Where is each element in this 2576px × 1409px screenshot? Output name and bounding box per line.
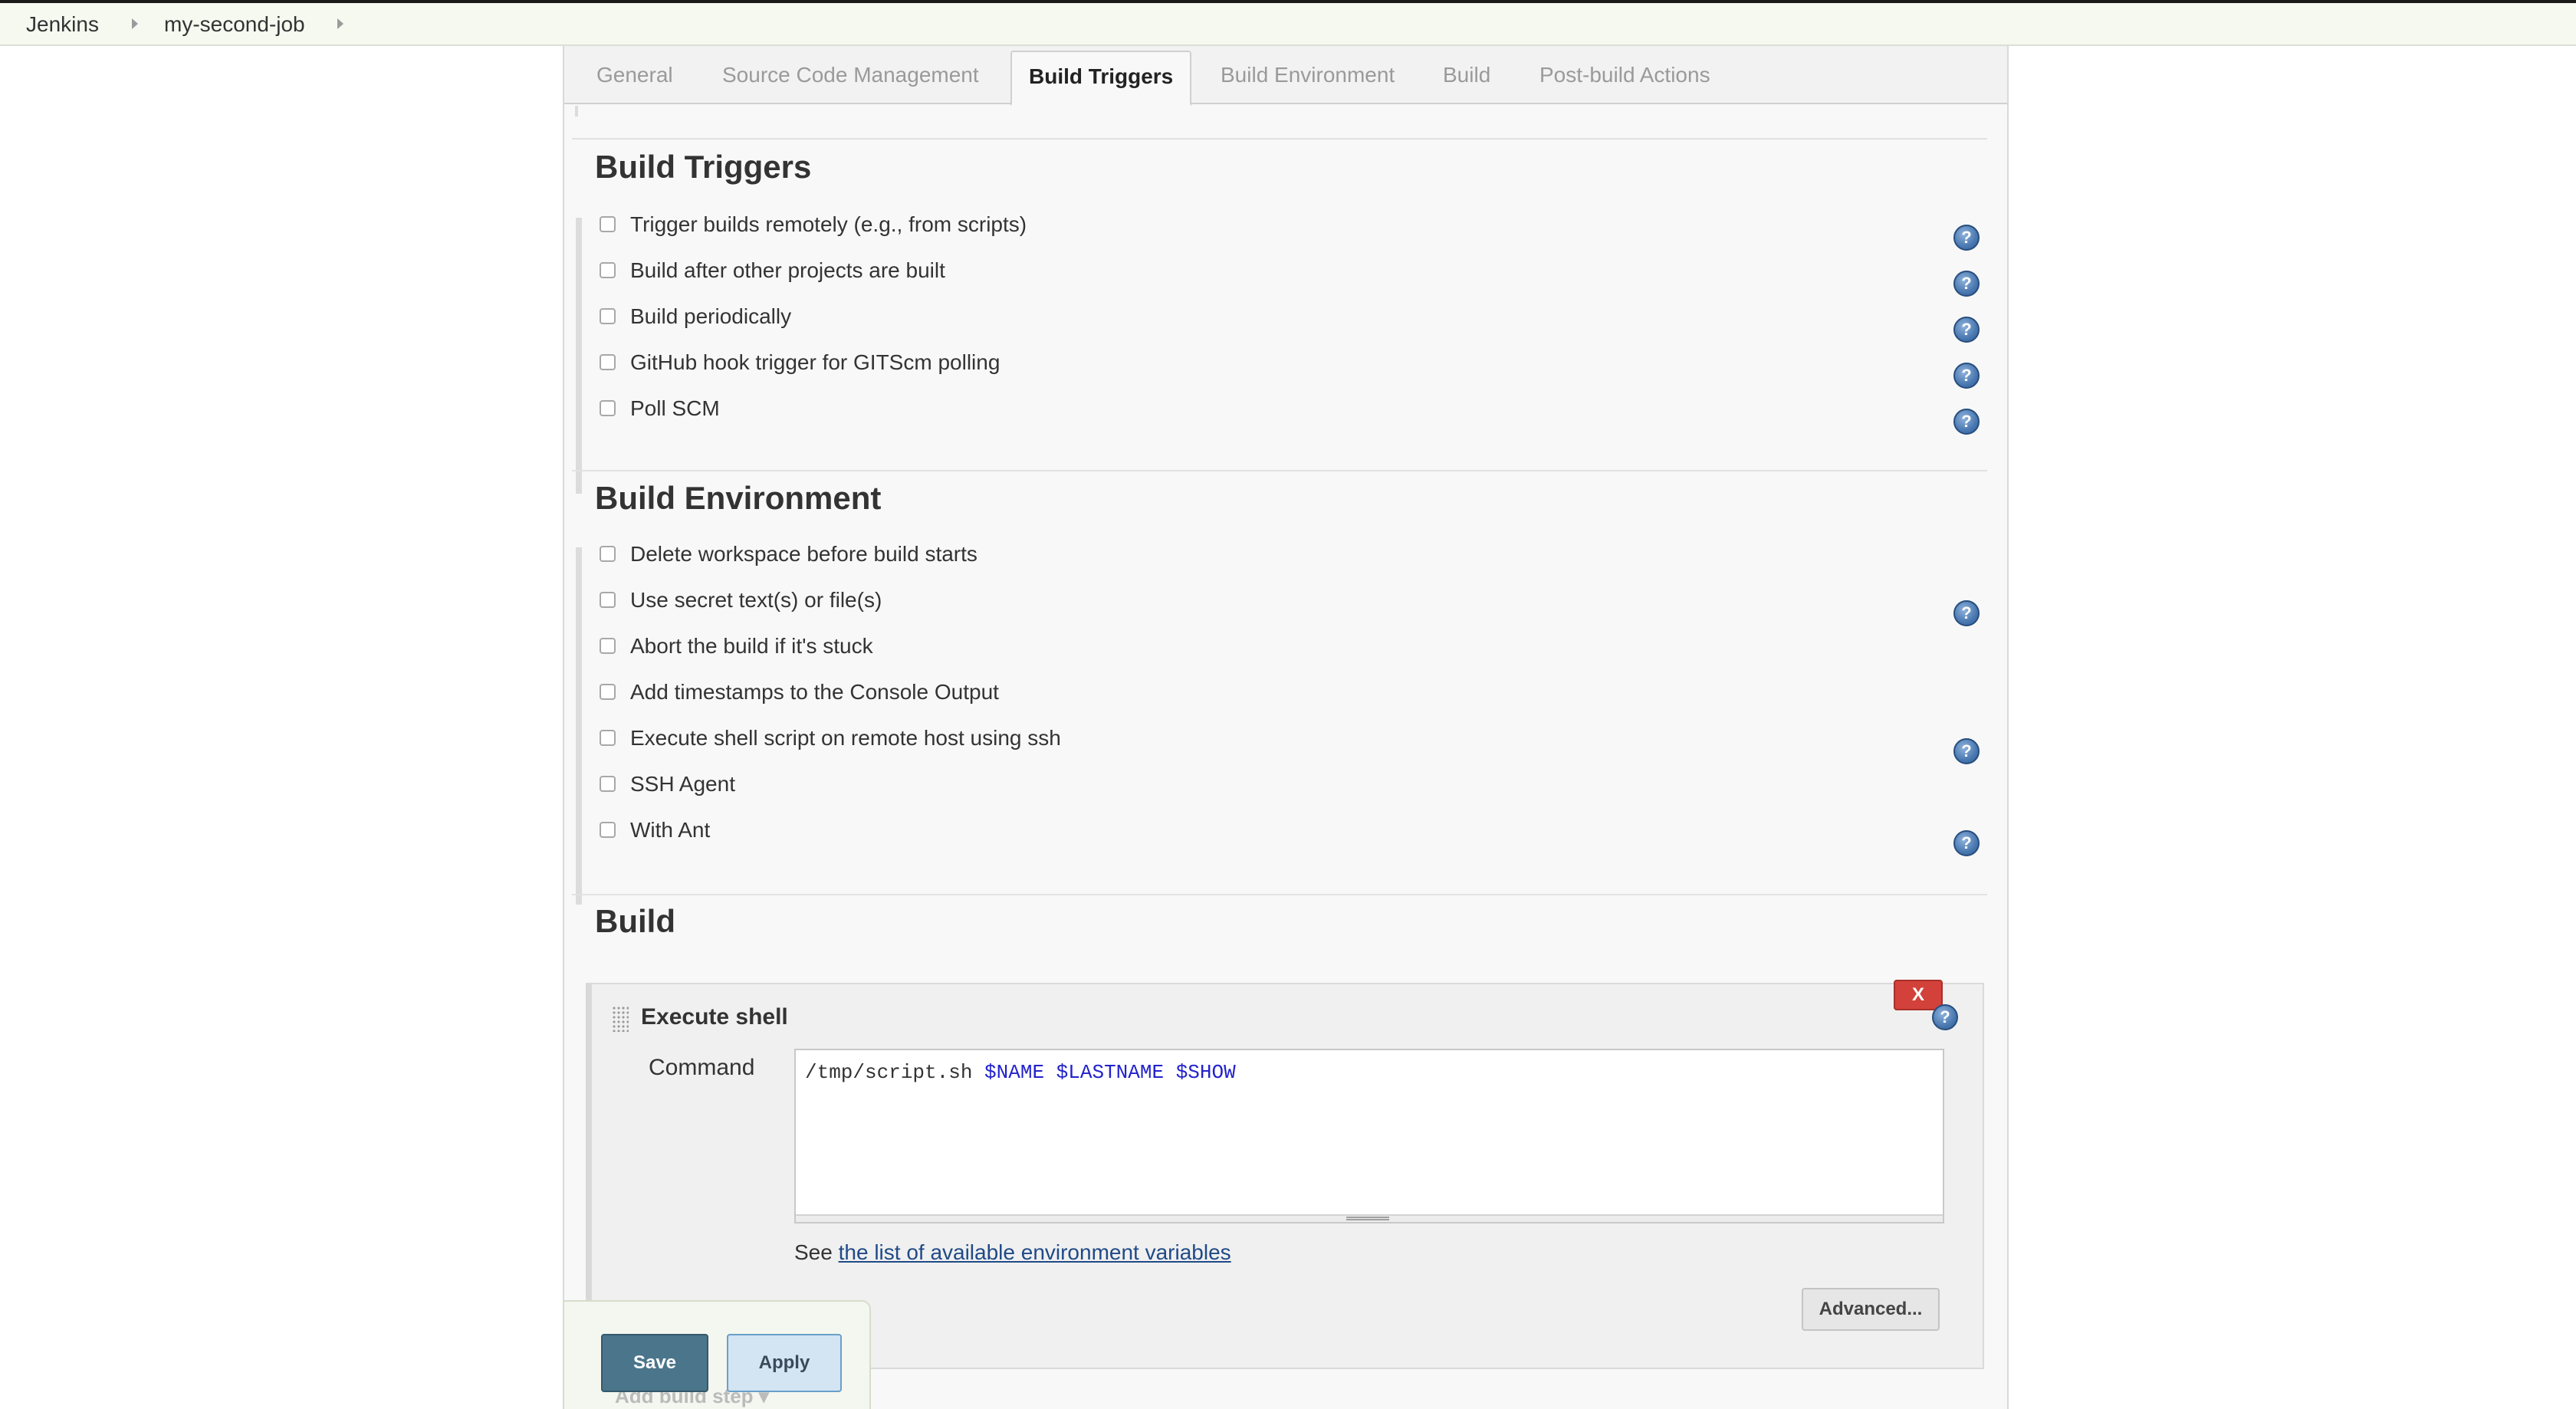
secret-text-checkbox[interactable]: [600, 592, 616, 608]
command-text[interactable]: /tmp/script.sh $NAME $LASTNAME $SHOW: [805, 1061, 1236, 1084]
abort-stuck-checkbox[interactable]: [600, 638, 616, 654]
breadcrumb-jenkins-link[interactable]: Jenkins: [26, 12, 99, 37]
help-icon[interactable]: ?: [1953, 225, 1980, 251]
github-hook-checkbox[interactable]: [600, 354, 616, 370]
abort-stuck-label[interactable]: Abort the build if it's stuck: [630, 634, 873, 659]
help-icon[interactable]: ?: [1953, 363, 1980, 389]
secret-text-label[interactable]: Use secret text(s) or file(s): [630, 588, 882, 613]
build-heading: Build: [595, 903, 675, 939]
apply-button[interactable]: Apply: [727, 1334, 842, 1392]
bottom-action-bar: Add build step ▾ Save Apply: [563, 1300, 871, 1409]
remote-ssh-option: Execute shell script on remote host usin…: [600, 722, 1980, 753]
abort-stuck-option: Abort the build if it's stuck: [600, 630, 1980, 661]
build-step-title: Execute shell: [641, 1004, 788, 1030]
trigger-remote-label[interactable]: Trigger builds remotely (e.g., from scri…: [630, 212, 1027, 237]
help-icon[interactable]: ?: [1953, 271, 1980, 297]
env-vars-hint: See the list of available environment va…: [794, 1240, 1231, 1265]
with-ant-option: With Ant: [600, 814, 1980, 845]
job-config-panel: General Source Code Management Build Tri…: [563, 46, 2009, 1409]
timestamps-label[interactable]: Add timestamps to the Console Output: [630, 680, 999, 704]
ssh-agent-checkbox[interactable]: [600, 776, 616, 792]
section-edge: [575, 106, 578, 117]
chevron-right-icon[interactable]: [132, 18, 138, 29]
command-script-path: /tmp/script.sh: [805, 1061, 985, 1084]
help-icon[interactable]: ?: [1932, 1004, 1958, 1030]
breadcrumb-job-link[interactable]: my-second-job: [164, 12, 305, 37]
env-vars-prefix: See: [794, 1240, 839, 1264]
delete-step-button[interactable]: X: [1894, 980, 1943, 1010]
timestamps-option: Add timestamps to the Console Output: [600, 676, 1980, 707]
section-divider: [572, 138, 1987, 140]
help-icon[interactable]: ?: [1953, 317, 1980, 343]
resize-grip-icon[interactable]: [1346, 1217, 1389, 1220]
delete-workspace-checkbox[interactable]: [600, 546, 616, 562]
tab-post-build-actions[interactable]: Post-build Actions: [1539, 63, 1710, 87]
poll-scm-label[interactable]: Poll SCM: [630, 396, 720, 421]
command-textarea[interactable]: /tmp/script.sh $NAME $LASTNAME $SHOW: [794, 1049, 1944, 1223]
tab-source-code-management[interactable]: Source Code Management: [722, 63, 979, 87]
github-hook-option: GitHub hook trigger for GITScm polling: [600, 347, 1980, 377]
build-periodically-checkbox[interactable]: [600, 308, 616, 324]
build-environment-heading: Build Environment: [595, 480, 882, 516]
build-periodically-option: Build periodically: [600, 301, 1980, 331]
remote-ssh-checkbox[interactable]: [600, 730, 616, 746]
help-icon[interactable]: ?: [1953, 409, 1980, 435]
trigger-remote-option: Trigger builds remotely (e.g., from scri…: [600, 209, 1980, 239]
tab-build-triggers[interactable]: Build Triggers: [1010, 51, 1192, 106]
chevron-right-icon[interactable]: [337, 18, 343, 29]
build-triggers-group-bar: [576, 218, 582, 494]
with-ant-checkbox[interactable]: [600, 822, 616, 838]
ssh-agent-option: SSH Agent: [600, 768, 1980, 799]
tab-build-environment[interactable]: Build Environment: [1221, 63, 1395, 87]
help-icon[interactable]: ?: [1953, 738, 1980, 764]
github-hook-label[interactable]: GitHub hook trigger for GITScm polling: [630, 350, 1000, 375]
save-button[interactable]: Save: [601, 1334, 708, 1392]
tab-general[interactable]: General: [596, 63, 673, 87]
build-environment-group-bar: [576, 547, 582, 905]
poll-scm-checkbox[interactable]: [600, 400, 616, 416]
env-vars-link[interactable]: the list of available environment variab…: [839, 1240, 1231, 1264]
secret-text-option: Use secret text(s) or file(s): [600, 584, 1980, 615]
build-after-other-option: Build after other projects are built: [600, 255, 1980, 285]
with-ant-label[interactable]: With Ant: [630, 818, 710, 842]
help-icon[interactable]: ?: [1953, 830, 1980, 856]
command-label: Command: [649, 1055, 755, 1080]
delete-workspace-option: Delete workspace before build starts: [600, 538, 1980, 569]
trigger-remote-checkbox[interactable]: [600, 216, 616, 232]
section-divider: [572, 894, 1987, 895]
delete-workspace-label[interactable]: Delete workspace before build starts: [630, 542, 978, 567]
config-tab-bar: General Source Code Management Build Tri…: [564, 46, 2007, 106]
tab-build[interactable]: Build: [1443, 63, 1490, 87]
ssh-agent-label[interactable]: SSH Agent: [630, 772, 735, 796]
advanced-button[interactable]: Advanced...: [1802, 1288, 1940, 1331]
build-periodically-label[interactable]: Build periodically: [630, 304, 791, 329]
build-after-other-checkbox[interactable]: [600, 262, 616, 278]
drag-handle-icon[interactable]: [612, 1006, 629, 1032]
build-after-other-label[interactable]: Build after other projects are built: [630, 258, 945, 283]
help-icon[interactable]: ?: [1953, 600, 1980, 626]
section-divider: [572, 470, 1987, 471]
command-variables: $NAME $LASTNAME $SHOW: [984, 1061, 1236, 1084]
timestamps-checkbox[interactable]: [600, 684, 616, 700]
build-triggers-heading: Build Triggers: [595, 149, 812, 185]
textarea-resize-bar[interactable]: [796, 1214, 1943, 1222]
remote-ssh-label[interactable]: Execute shell script on remote host usin…: [630, 726, 1061, 750]
breadcrumb-bar: Jenkins my-second-job: [0, 0, 2576, 46]
poll-scm-option: Poll SCM: [600, 392, 1980, 423]
